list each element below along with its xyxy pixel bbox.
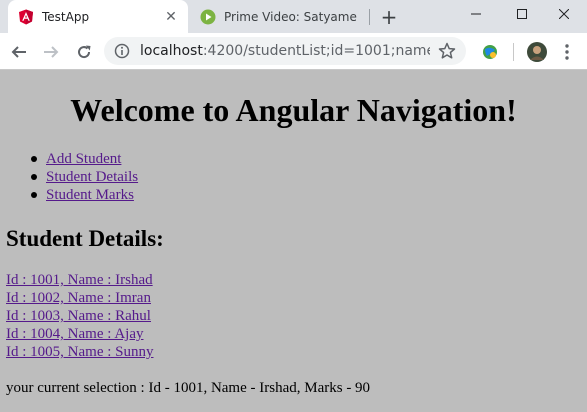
tab-separator xyxy=(369,9,370,25)
current-selection-text: your current selection : Id - 1001, Name… xyxy=(6,380,371,396)
extension-globe-icon[interactable] xyxy=(479,41,501,63)
bullet-icon xyxy=(31,174,37,180)
tab-title: Prime Video: Satyame xyxy=(224,9,357,24)
student-marks-link[interactable]: Student Marks xyxy=(46,187,134,203)
student-details-link[interactable]: Student Details xyxy=(46,169,138,185)
minimize-icon[interactable] xyxy=(453,0,499,28)
list-item: Id : 1004, Name : Ajay xyxy=(6,325,154,343)
info-icon[interactable] xyxy=(114,43,130,59)
back-arrow-icon[interactable] xyxy=(6,39,32,65)
close-window-icon[interactable] xyxy=(541,0,587,28)
url-text: localhost:4200/studentList;id=1001;name=… xyxy=(140,43,430,59)
nav-item-add-student: Add Student xyxy=(26,150,138,168)
new-tab-icon[interactable]: + xyxy=(378,5,400,29)
bullet-icon xyxy=(31,156,37,162)
section-title: Student Details: xyxy=(6,226,164,251)
url-host: localhost xyxy=(140,43,203,59)
address-bar[interactable]: localhost:4200/studentList;id=1001;name=… xyxy=(104,37,466,65)
tab-title: TestApp xyxy=(42,9,90,24)
bullet-icon xyxy=(31,192,37,198)
list-item: Id : 1001, Name : Irshad xyxy=(6,271,154,289)
list-item: Id : 1003, Name : Rahul xyxy=(6,307,154,325)
tab-prime-video[interactable]: Prime Video: Satyame xyxy=(190,0,368,33)
list-item: Id : 1005, Name : Sunny xyxy=(6,343,154,361)
tab-strip: TestApp ✕ Prime Video: Satyame + xyxy=(0,0,587,33)
list-item: Id : 1002, Name : Imran xyxy=(6,289,154,307)
tab-testapp[interactable]: TestApp ✕ xyxy=(8,0,188,33)
prime-video-icon xyxy=(200,9,216,25)
student-link-1003[interactable]: Id : 1003, Name : Rahul xyxy=(6,308,151,324)
page-content: Welcome to Angular Navigation! Add Stude… xyxy=(0,70,587,412)
reload-icon[interactable] xyxy=(71,39,97,65)
student-list: Id : 1001, Name : Irshad Id : 1002, Name… xyxy=(6,271,154,361)
browser-toolbar: localhost:4200/studentList;id=1001;name=… xyxy=(0,33,587,70)
nav-item-student-marks: Student Marks xyxy=(26,186,138,204)
add-student-link[interactable]: Add Student xyxy=(46,151,121,167)
url-path: :4200/studentList;id=1001;name=Ir... xyxy=(202,43,430,59)
nav-item-student-details: Student Details xyxy=(26,168,138,186)
page-title: Welcome to Angular Navigation! xyxy=(70,92,517,128)
forward-arrow-icon[interactable] xyxy=(38,39,64,65)
nav-list: Add Student Student Details Student Mark… xyxy=(26,150,138,204)
maximize-icon[interactable] xyxy=(499,0,545,28)
avatar[interactable] xyxy=(526,41,548,63)
menu-kebab-icon[interactable] xyxy=(556,41,578,63)
student-link-1002[interactable]: Id : 1002, Name : Imran xyxy=(6,290,151,306)
toolbar-separator xyxy=(513,43,514,61)
student-link-1004[interactable]: Id : 1004, Name : Ajay xyxy=(6,326,143,342)
tab-close-icon[interactable]: ✕ xyxy=(162,8,180,26)
angular-logo-icon xyxy=(18,9,34,25)
bookmark-star-icon[interactable] xyxy=(438,42,456,60)
student-link-1005[interactable]: Id : 1005, Name : Sunny xyxy=(6,344,154,360)
student-link-1001[interactable]: Id : 1001, Name : Irshad xyxy=(6,272,153,288)
